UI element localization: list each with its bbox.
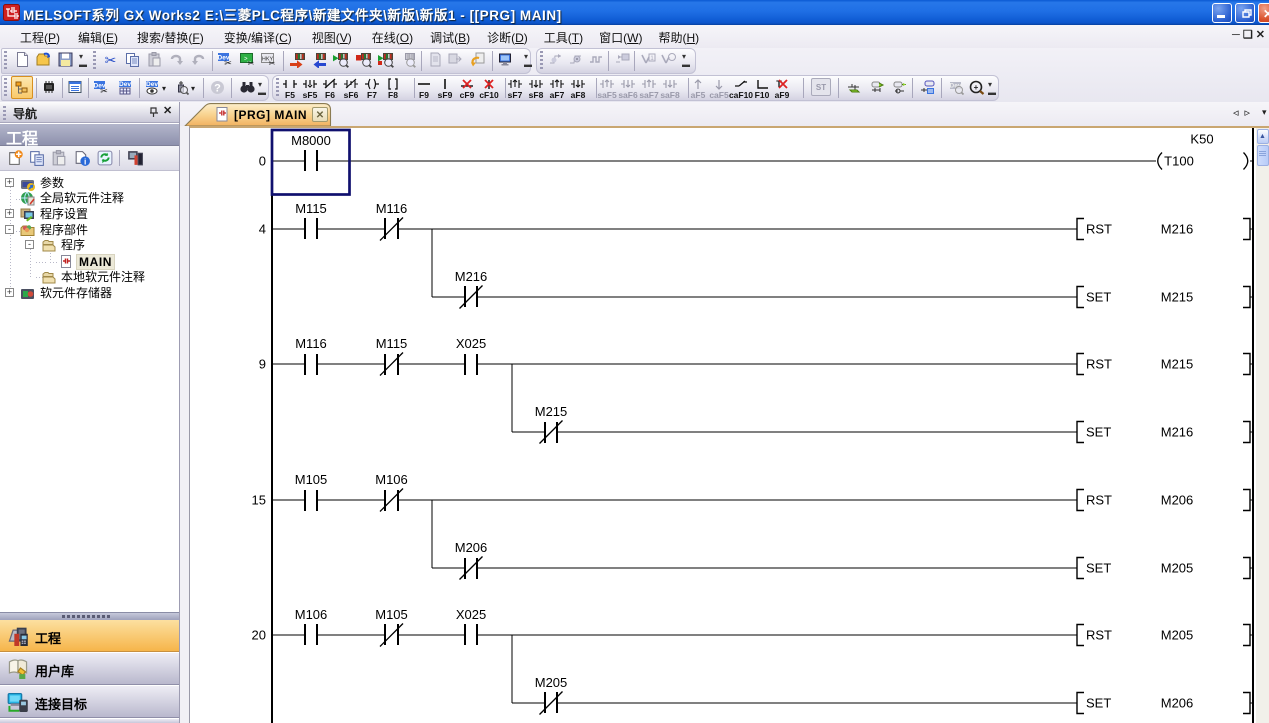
- svg-text:M115: M115: [376, 336, 408, 351]
- svg-text:4: 4: [259, 222, 266, 237]
- svg-text:M205: M205: [1161, 561, 1194, 576]
- svg-text:SET: SET: [1086, 696, 1111, 711]
- svg-text:✂: ✂: [100, 86, 108, 96]
- svg-text:K50: K50: [1190, 132, 1213, 147]
- svg-text:M215: M215: [535, 404, 568, 419]
- svg-text:M206: M206: [1161, 493, 1194, 508]
- svg-text:M206: M206: [455, 540, 488, 555]
- svg-text:15: 15: [252, 493, 266, 508]
- svg-text:Dev: Dev: [146, 81, 158, 88]
- svg-text:M105: M105: [375, 607, 408, 622]
- svg-text:M106: M106: [295, 607, 328, 622]
- svg-text:M216: M216: [1161, 425, 1194, 440]
- svg-text:M215: M215: [1161, 290, 1194, 305]
- svg-text:Dev: Dev: [119, 81, 131, 88]
- svg-text:M115: M115: [295, 201, 327, 216]
- svg-text:M116: M116: [376, 201, 408, 216]
- svg-text:M216: M216: [1161, 222, 1194, 237]
- svg-text:0: 0: [259, 154, 266, 169]
- svg-text:M215: M215: [1161, 357, 1194, 372]
- svg-text:X025: X025: [456, 607, 486, 622]
- svg-text:M116: M116: [295, 336, 327, 351]
- svg-text:+: +: [974, 83, 979, 92]
- svg-text:i: i: [84, 156, 86, 166]
- svg-text:M106: M106: [375, 472, 408, 487]
- svg-text:RST: RST: [1086, 628, 1112, 643]
- svg-text:✂: ✂: [105, 52, 117, 68]
- svg-text:RST: RST: [1086, 222, 1112, 237]
- svg-text:SET: SET: [1086, 561, 1111, 576]
- svg-text:✂: ✂: [269, 59, 276, 68]
- svg-text:M216: M216: [455, 269, 488, 284]
- svg-text:SET: SET: [1086, 290, 1111, 305]
- svg-text:RST: RST: [1086, 357, 1112, 372]
- svg-text:M206: M206: [1161, 696, 1194, 711]
- svg-text:X025: X025: [456, 336, 486, 351]
- svg-text:9: 9: [259, 357, 266, 372]
- svg-text:M105: M105: [295, 472, 328, 487]
- svg-text:?: ?: [214, 83, 221, 95]
- svg-text:M205: M205: [535, 675, 568, 690]
- svg-text:✂: ✂: [248, 59, 255, 68]
- svg-text:✂: ✂: [224, 58, 232, 68]
- svg-text:20: 20: [252, 628, 266, 643]
- svg-text:RST: RST: [1086, 493, 1112, 508]
- svg-text:M8000: M8000: [291, 133, 331, 148]
- svg-text:M205: M205: [1161, 628, 1194, 643]
- svg-text:T100: T100: [1164, 154, 1194, 169]
- svg-text:SET: SET: [1086, 425, 1111, 440]
